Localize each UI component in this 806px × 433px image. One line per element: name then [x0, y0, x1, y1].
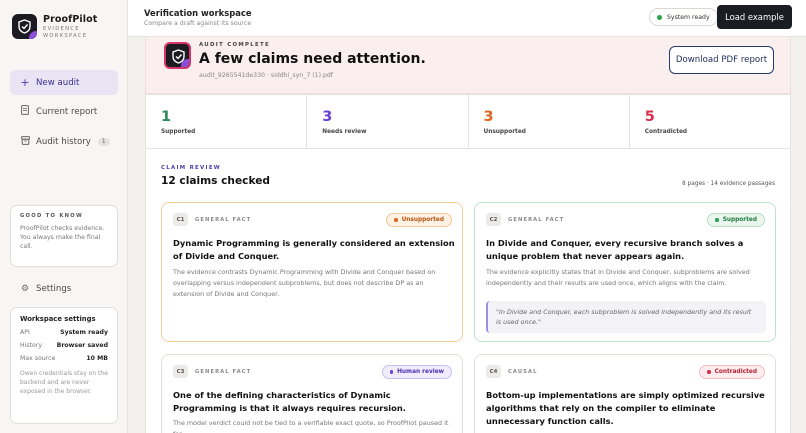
audit-file: audit_9265541de330 · siddhi_syn_7 (1).pd… — [199, 72, 333, 79]
claim-explanation: The evidence contrasts Dynamic Programmi… — [173, 268, 436, 298]
workspace-row-value: 10 MB — [86, 355, 108, 362]
good-to-know-body: ProofPilot checks evidence. You always m… — [20, 225, 105, 250]
claim-id: C1 — [173, 213, 188, 226]
workspace-settings-title: Workspace settings — [20, 315, 96, 323]
download-pdf-button[interactable]: Download PDF report — [669, 46, 774, 74]
claim-text: Bottom-up implementations are simply opt… — [486, 390, 765, 426]
gear-icon: ⚙ — [20, 283, 30, 294]
claim-id: C2 — [486, 213, 501, 226]
audit-title: A few claims need attention. — [199, 51, 426, 67]
status-dot-icon — [389, 370, 394, 374]
system-status-label: System ready — [667, 13, 710, 21]
stat-unsupported: 3 Unsupported — [469, 95, 630, 148]
document-icon — [19, 105, 31, 118]
workspace-row: History Browser saved — [20, 342, 108, 349]
claim-type: GENERAL FACT — [195, 368, 252, 375]
workspace-settings-card: Workspace settings API System ready Hist… — [10, 307, 118, 424]
nav-settings-label: Settings — [36, 283, 72, 294]
main-content: AUDIT COMPLETE A few claims need attenti… — [145, 37, 791, 433]
page-subtitle: Compare a draft against its source — [144, 20, 252, 27]
status-dot-icon — [657, 14, 662, 20]
claim-card[interactable]: C2 GENERAL FACT Supported In Divide and … — [474, 202, 776, 342]
workspace-note: Owen credentials stay on the backend and… — [20, 370, 108, 395]
claim-review-section: CLAIM REVIEW 12 claims checked 8 pages ·… — [145, 149, 791, 433]
stat-contradicted: 5 Contradicted — [630, 95, 790, 148]
status-dot-icon — [715, 218, 719, 222]
claim-review-title: 12 claims checked — [161, 175, 270, 187]
status-badge-label: Human review — [397, 369, 444, 375]
top-bar: Verification workspace Compare a draft a… — [128, 0, 806, 37]
app-subtitle: EVIDENCE WORKSPACE — [43, 26, 88, 39]
workspace-row: Max source 10 MB — [20, 355, 108, 362]
page-title: Verification workspace — [144, 8, 252, 18]
stat-value: 1 — [161, 109, 172, 125]
stat-label: Supported — [161, 129, 196, 135]
claim-explanation: The evidence explicitly states that in D… — [486, 268, 750, 287]
stats-row: 1 Supported 3 Needs review 3 Unsupported… — [145, 94, 791, 149]
claim-text: Dynamic Programming is generally conside… — [173, 238, 455, 261]
stat-label: Contradicted — [644, 129, 688, 135]
stat-needs-review: 3 Needs review — [307, 95, 469, 148]
nav-current-report[interactable]: Current report — [10, 99, 118, 124]
history-count-badge: 1 — [97, 137, 110, 146]
claim-type: GENERAL FACT — [508, 216, 565, 223]
claim-text: In Divide and Conquer, every recursive b… — [486, 238, 744, 261]
status-badge-label: Unsupported — [401, 217, 444, 223]
claim-type: CAUSAL — [508, 368, 538, 375]
stat-value: 3 — [322, 109, 333, 125]
stat-value: 5 — [644, 109, 655, 125]
app-name: ProofPilot — [43, 14, 98, 25]
claim-card[interactable]: C3 GENERAL FACT Human review One of the … — [161, 354, 463, 433]
stat-value: 3 — [483, 109, 494, 125]
workspace-row-key: Max source — [20, 355, 56, 362]
claim-review-kicker: CLAIM REVIEW — [161, 165, 222, 171]
nav-audit-history[interactable]: Audit history 1 — [10, 129, 118, 154]
nav-current-report-label: Current report — [36, 106, 98, 117]
status-badge: Contradicted — [699, 365, 765, 379]
sidebar: ProofPilot EVIDENCE WORKSPACE + New audi… — [0, 0, 128, 433]
status-dot-icon — [394, 218, 398, 222]
brand[interactable]: ProofPilot EVIDENCE WORKSPACE — [12, 14, 103, 40]
claim-id: C4 — [486, 365, 501, 378]
workspace-row: API System ready — [20, 329, 108, 336]
stat-label: Unsupported — [483, 129, 526, 135]
status-badge-label: Supported — [722, 217, 757, 223]
status-badge: Supported — [707, 213, 765, 227]
nav-audit-history-label: Audit history — [36, 136, 91, 147]
claim-explanation: The model verdict could not be tied to a… — [173, 419, 449, 433]
good-to-know-title: GOOD TO KNOW — [20, 213, 84, 219]
audit-kicker: AUDIT COMPLETE — [199, 42, 270, 48]
app-logo — [12, 14, 37, 39]
nav-settings[interactable]: ⚙ Settings — [10, 276, 118, 301]
claim-card[interactable]: C4 CAUSAL Contradicted Bottom-up impleme… — [474, 354, 776, 433]
claim-id: C3 — [173, 365, 188, 378]
claim-card[interactable]: C1 GENERAL FACT Unsupported Dynamic Prog… — [161, 202, 463, 342]
claim-type: GENERAL FACT — [195, 216, 252, 223]
workspace-row-key: History — [20, 342, 43, 349]
plus-icon: + — [20, 76, 30, 89]
workspace-row-key: API — [20, 329, 30, 336]
claim-text: One of the defining characteristics of D… — [173, 390, 406, 413]
evidence-quote: "In Divide and Conquer, each subproblem … — [486, 301, 766, 333]
stat-label: Needs review — [322, 129, 367, 135]
status-badge: Unsupported — [386, 213, 452, 227]
load-example-button[interactable]: Load example — [717, 5, 792, 29]
status-badge-label: Contradicted — [714, 369, 757, 375]
workspace-row-value: System ready — [60, 329, 108, 336]
archive-icon — [19, 135, 31, 148]
audit-shield-icon — [164, 42, 191, 69]
nav-new-audit-label: New audit — [36, 77, 80, 88]
audit-banner: AUDIT COMPLETE A few claims need attenti… — [145, 37, 791, 94]
status-dot-icon — [707, 370, 711, 374]
system-status-badge: System ready — [649, 8, 718, 26]
status-badge: Human review — [381, 365, 452, 379]
claim-review-meta: 8 pages · 14 evidence passages — [682, 181, 775, 187]
stat-supported: 1 Supported — [146, 95, 308, 148]
workspace-row-value: Browser saved — [56, 342, 108, 349]
good-to-know-card: GOOD TO KNOW ProofPilot checks evidence.… — [10, 205, 118, 267]
nav-new-audit[interactable]: + New audit — [10, 70, 118, 95]
